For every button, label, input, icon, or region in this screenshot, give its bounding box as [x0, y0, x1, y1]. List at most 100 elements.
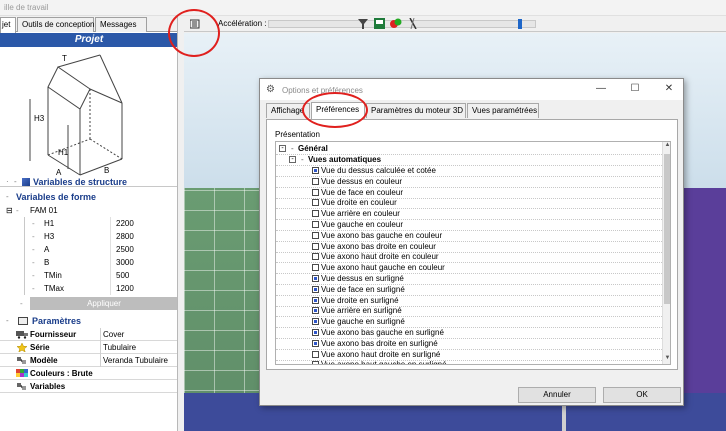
view-option-row[interactable]: Vue arrière en couleur — [276, 209, 662, 221]
filter-icon[interactable] — [358, 19, 368, 29]
view-option-row[interactable]: Vue axono haut gauche en couleur — [276, 263, 662, 275]
view-option-row[interactable]: Vue axono haut gauche en surligné — [276, 360, 662, 364]
param-row[interactable]: Variables — [0, 380, 177, 393]
view-option-checkbox[interactable] — [312, 285, 319, 293]
view-option-checkbox[interactable] — [312, 221, 319, 228]
view-option-row[interactable]: Vue axono haut droite en couleur — [276, 252, 662, 264]
view-option-checkbox[interactable] — [312, 275, 319, 282]
ok-button[interactable]: OK — [603, 387, 681, 403]
view-option-checkbox[interactable] — [312, 307, 319, 315]
pen-icon[interactable] — [408, 18, 418, 29]
view-option-row[interactable]: Vue gauche en couleur — [276, 220, 662, 231]
tree-scrollbar[interactable]: ▲ ▼ — [662, 142, 670, 364]
view-option-checkbox[interactable] — [312, 296, 319, 304]
view-option-checkbox[interactable] — [312, 231, 319, 239]
expand-box-icon[interactable]: ⊟ — [6, 204, 13, 217]
scroll-down-icon[interactable]: ▼ — [663, 355, 670, 364]
section-variables-structure[interactable]: · - Variables de structure — [0, 175, 177, 189]
preferences-panel: Présentation - - Général - - Vues automa… — [266, 119, 678, 370]
diagram-label-b: B — [104, 166, 109, 175]
view-option-checkbox[interactable] — [312, 361, 319, 364]
view-option-checkbox[interactable] — [312, 264, 319, 272]
collapse-box-icon[interactable]: - — [279, 145, 286, 152]
scroll-thumb[interactable] — [664, 154, 670, 304]
variable-value[interactable]: 2500 — [116, 243, 134, 256]
collapse-box-icon[interactable]: - — [289, 156, 296, 163]
expand-icon[interactable]: · — [6, 175, 9, 189]
variable-name: H1 — [44, 219, 55, 228]
slider-thumb[interactable] — [517, 19, 522, 29]
variable-row[interactable]: - H1 2200 — [0, 217, 177, 230]
view-option-checkbox[interactable] — [312, 177, 319, 185]
view-option-row[interactable]: Vue axono bas gauche en couleur — [276, 231, 662, 242]
view-option-checkbox[interactable] — [312, 199, 319, 207]
section-parametres[interactable]: - Paramètres — [0, 314, 177, 328]
param-value[interactable]: Cover — [100, 328, 124, 341]
view-option-row[interactable]: Vue axono haut droite en surligné — [276, 350, 662, 361]
view-option-row[interactable]: Vue de face en couleur — [276, 188, 662, 199]
acceleration-slider[interactable] — [268, 19, 536, 29]
tab-vues-parametrees[interactable]: Vues paramétrées — [467, 103, 539, 118]
param-row[interactable]: Couleurs : Brute — [0, 367, 177, 380]
view-option-checkbox[interactable] — [312, 350, 319, 358]
maximize-icon[interactable]: ☐ — [628, 83, 642, 95]
view-option-row[interactable]: Vue droite en couleur — [276, 198, 662, 210]
diagram-label-h1: H1 — [58, 148, 69, 157]
view-option-checkbox[interactable] — [312, 210, 319, 218]
project-panel: jet Outils de conception Messages Projet — [0, 16, 178, 431]
variable-value[interactable]: 500 — [116, 269, 129, 282]
minimize-icon[interactable]: — — [594, 83, 608, 95]
view-option-row[interactable]: Vue axono bas droite en surligné — [276, 339, 662, 350]
view-option-checkbox[interactable] — [312, 339, 319, 347]
view-option-row[interactable]: Vue arrière en surligné — [276, 306, 662, 318]
variable-row[interactable]: - TMin 500 — [0, 269, 177, 282]
palette-icon — [16, 369, 28, 377]
view-option-checkbox[interactable] — [312, 242, 319, 250]
apply-button[interactable]: Appliquer — [30, 297, 177, 310]
variable-row[interactable]: - TMax 1200 — [0, 282, 177, 295]
view-option-row[interactable]: Vue gauche en surligné — [276, 317, 662, 329]
param-row[interactable]: Fournisseur Cover — [0, 328, 177, 341]
view-option-row[interactable]: Vue axono bas gauche en surligné — [276, 328, 662, 339]
tab-messages[interactable]: Messages — [95, 17, 147, 32]
tab-outils-de-conception[interactable]: Outils de conception — [17, 17, 95, 32]
view-option-checkbox[interactable] — [312, 167, 319, 174]
param-row[interactable]: Série Tubulaire — [0, 341, 177, 354]
view-option-row[interactable]: Vue du dessus calculée et cotée — [276, 166, 662, 177]
param-row[interactable]: Modèle Veranda Tubulaire — [0, 354, 177, 367]
variable-value[interactable]: 2800 — [116, 230, 134, 243]
tree-node-general[interactable]: - - Général — [276, 144, 662, 155]
model-icon — [17, 357, 26, 364]
view-option-checkbox[interactable] — [312, 329, 319, 336]
preferences-tree[interactable]: - - Général - - Vues automatiques Vue du… — [275, 141, 671, 365]
view-option-checkbox[interactable] — [312, 253, 319, 261]
variable-row[interactable]: - H3 2800 — [0, 230, 177, 243]
tab-projet[interactable]: jet — [0, 17, 16, 33]
tab-moteur-3d[interactable]: Paramètres du moteur 3D — [366, 103, 466, 118]
color-balls-icon[interactable] — [390, 18, 402, 29]
save-view-icon[interactable] — [374, 18, 385, 29]
family-row[interactable]: ⊟ - FAM 01 — [0, 204, 177, 217]
variable-value[interactable]: 3000 — [116, 256, 134, 269]
close-icon[interactable]: ✕ — [662, 83, 676, 95]
param-label: Fournisseur — [30, 330, 77, 339]
view-option-row[interactable]: Vue de face en surligné — [276, 285, 662, 296]
view-option-row[interactable]: Vue droite en surligné — [276, 296, 662, 307]
section-variables-forme[interactable]: - Variables de forme — [0, 190, 177, 204]
tree-node-vues-automatiques[interactable]: - - Vues automatiques — [276, 155, 662, 166]
dash-icon: - — [20, 299, 23, 308]
star-icon — [16, 343, 28, 352]
variable-row[interactable]: - A 2500 — [0, 243, 177, 256]
variable-value[interactable]: 2200 — [116, 217, 134, 230]
param-value[interactable]: Tubulaire — [100, 341, 136, 354]
view-option-row[interactable]: Vue dessus en couleur — [276, 177, 662, 188]
scroll-up-icon[interactable]: ▲ — [663, 142, 670, 151]
view-option-row[interactable]: Vue dessus en surligné — [276, 274, 662, 285]
param-value[interactable]: Veranda Tubulaire — [100, 354, 168, 367]
view-option-row[interactable]: Vue axono bas droite en couleur — [276, 242, 662, 253]
variable-value[interactable]: 1200 — [116, 282, 134, 295]
view-option-checkbox[interactable] — [312, 318, 319, 326]
variable-row[interactable]: - B 3000 — [0, 256, 177, 269]
view-option-checkbox[interactable] — [312, 188, 319, 196]
cancel-button[interactable]: Annuler — [518, 387, 596, 403]
